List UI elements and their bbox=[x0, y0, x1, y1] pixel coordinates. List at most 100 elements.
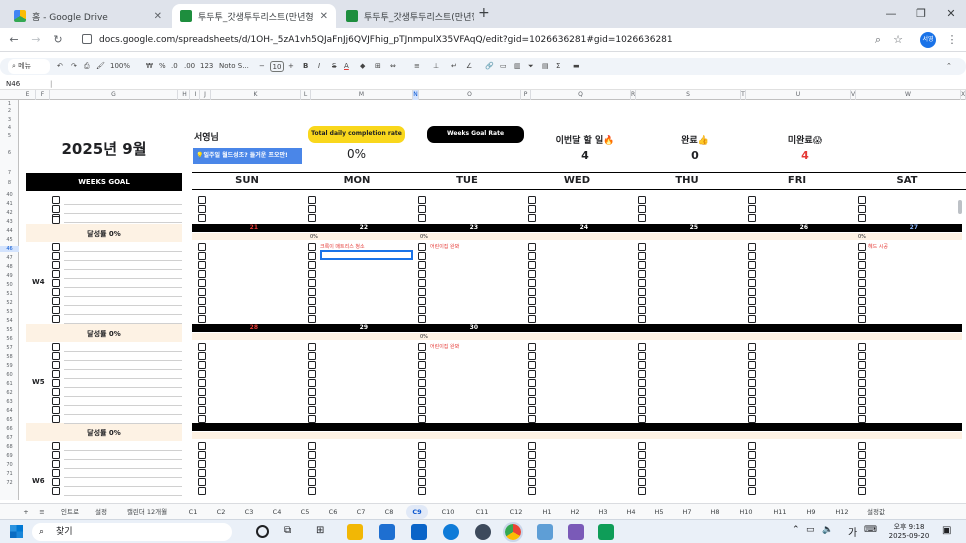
cortana-icon[interactable] bbox=[256, 525, 269, 538]
w4-task-checkbox[interactable] bbox=[198, 288, 206, 296]
fill-color-icon[interactable]: ◆ bbox=[360, 59, 365, 74]
w6-task-checkbox[interactable] bbox=[748, 451, 756, 459]
task-checkbox[interactable] bbox=[308, 196, 316, 204]
row-header-69[interactable]: 69 bbox=[0, 453, 19, 459]
w5-task-checkbox[interactable] bbox=[638, 397, 646, 405]
w6-task-checkbox[interactable] bbox=[198, 451, 206, 459]
tab-sheet-2[interactable]: 투두투_갓생투두리스트(만년형 ✕ bbox=[338, 4, 474, 28]
column-header-j[interactable]: J bbox=[200, 90, 211, 100]
w6-task-checkbox[interactable] bbox=[638, 460, 646, 468]
task-checkbox[interactable] bbox=[858, 196, 866, 204]
task-checkbox[interactable] bbox=[528, 214, 536, 222]
sheet-tab-1[interactable]: 설정 bbox=[90, 505, 112, 519]
sheet-tab-18[interactable]: H4 bbox=[620, 505, 642, 519]
text-rotation-icon[interactable]: ∠ bbox=[466, 59, 472, 74]
w4-task-checkbox[interactable] bbox=[748, 279, 756, 287]
goal-line[interactable] bbox=[64, 204, 182, 205]
sheet-tab-24[interactable]: H9 bbox=[800, 505, 822, 519]
w5-task-checkbox[interactable] bbox=[748, 388, 756, 396]
sheet-tab-25[interactable]: H12 bbox=[828, 505, 856, 519]
bold-button[interactable]: B bbox=[303, 59, 308, 74]
w6-goal-checkbox[interactable] bbox=[52, 460, 60, 468]
insert-comment-icon[interactable]: ▭ bbox=[500, 59, 507, 74]
w6-goal-line[interactable] bbox=[64, 468, 182, 469]
task-checkbox[interactable] bbox=[638, 214, 646, 222]
row-header-71[interactable]: 71 bbox=[0, 471, 19, 477]
w4-task-checkbox[interactable] bbox=[308, 279, 316, 287]
column-header-q[interactable]: Q bbox=[531, 90, 631, 100]
profile-avatar[interactable]: 서영 bbox=[920, 32, 936, 48]
merge-cells-icon[interactable]: ⇔ bbox=[390, 59, 396, 74]
w5-task-checkbox[interactable] bbox=[528, 361, 536, 369]
functions-icon[interactable]: Σ bbox=[556, 59, 560, 74]
text-wrap-icon[interactable]: ↵ bbox=[451, 59, 457, 74]
row-header-65[interactable]: 65 bbox=[0, 417, 19, 423]
selected-cell-n46[interactable] bbox=[320, 250, 413, 260]
w4-task-checkbox[interactable] bbox=[638, 288, 646, 296]
insert-chart-icon[interactable]: ▥ bbox=[514, 59, 521, 74]
sheet-tab-17[interactable]: H3 bbox=[592, 505, 614, 519]
insert-link-icon[interactable]: 🔗 bbox=[485, 59, 494, 74]
w6-task-checkbox[interactable] bbox=[418, 442, 426, 450]
w6-task-checkbox[interactable] bbox=[638, 451, 646, 459]
file-explorer-icon[interactable] bbox=[347, 524, 363, 540]
column-header-p[interactable]: P bbox=[521, 90, 531, 100]
more-menu-icon[interactable]: ⋮ bbox=[944, 32, 960, 48]
w4-task-checkbox[interactable] bbox=[198, 279, 206, 287]
w4-tue-task[interactable]: 어린이집 완봐 bbox=[430, 243, 459, 250]
w4-task-checkbox[interactable] bbox=[198, 252, 206, 260]
all-sheets-icon[interactable]: ≡ bbox=[36, 505, 48, 519]
row-header-42[interactable]: 42 bbox=[0, 210, 19, 216]
w4-task-checkbox[interactable] bbox=[308, 252, 316, 260]
w4-task-checkbox[interactable] bbox=[858, 288, 866, 296]
row-header-1[interactable]: 1 bbox=[0, 101, 19, 107]
task-view-icon[interactable]: ⧉ bbox=[284, 525, 291, 536]
w4-task-checkbox[interactable] bbox=[638, 252, 646, 260]
font-family-select[interactable]: Noto S... bbox=[219, 59, 249, 74]
w5-task-checkbox[interactable] bbox=[638, 379, 646, 387]
zoom-icon[interactable]: ⌕ bbox=[870, 32, 886, 48]
w4-task-checkbox[interactable] bbox=[528, 261, 536, 269]
w5-goal-checkbox[interactable] bbox=[52, 388, 60, 396]
w4-goal-checkbox[interactable] bbox=[52, 288, 60, 296]
w6-goal-line[interactable] bbox=[64, 459, 182, 460]
column-header-x[interactable]: X bbox=[961, 90, 966, 100]
w6-task-checkbox[interactable] bbox=[418, 469, 426, 477]
w4-goal-line[interactable] bbox=[64, 251, 182, 252]
column-header-o[interactable]: O bbox=[419, 90, 521, 100]
w5-task-checkbox[interactable] bbox=[528, 406, 536, 414]
w5-task-checkbox[interactable] bbox=[748, 379, 756, 387]
w5-goal-checkbox[interactable] bbox=[52, 370, 60, 378]
w5-task-checkbox[interactable] bbox=[418, 397, 426, 405]
w6-task-checkbox[interactable] bbox=[418, 451, 426, 459]
w6-task-checkbox[interactable] bbox=[748, 478, 756, 486]
w5-task-checkbox[interactable] bbox=[418, 415, 426, 423]
sheet-tab-26[interactable]: 설정값 bbox=[862, 505, 890, 519]
url-field[interactable]: docs.google.com/spreadsheets/d/1OH-_5zA1… bbox=[99, 31, 879, 49]
w4-task-checkbox[interactable] bbox=[858, 261, 866, 269]
w4-task-checkbox[interactable] bbox=[198, 270, 206, 278]
bookmark-star-icon[interactable]: ☆ bbox=[890, 32, 906, 48]
sheet-tab-15[interactable]: H1 bbox=[536, 505, 558, 519]
w5-task-checkbox[interactable] bbox=[638, 370, 646, 378]
w5-task-checkbox[interactable] bbox=[858, 397, 866, 405]
row-header-61[interactable]: 61 bbox=[0, 381, 19, 387]
sheet-tab-3[interactable]: C1 bbox=[182, 505, 204, 519]
w6-task-checkbox[interactable] bbox=[858, 469, 866, 477]
w6-task-checkbox[interactable] bbox=[528, 442, 536, 450]
keyboard-icon[interactable]: ⌨ bbox=[864, 525, 877, 535]
w6-task-checkbox[interactable] bbox=[748, 487, 756, 495]
w5-task-checkbox[interactable] bbox=[418, 370, 426, 378]
row-header-57[interactable]: 57 bbox=[0, 345, 19, 351]
w6-task-checkbox[interactable] bbox=[638, 442, 646, 450]
row-header-58[interactable]: 58 bbox=[0, 354, 19, 360]
w4-task-checkbox[interactable] bbox=[858, 243, 866, 251]
w4-task-checkbox[interactable] bbox=[528, 270, 536, 278]
sheet-tab-12[interactable]: C10 bbox=[434, 505, 462, 519]
goal-line[interactable] bbox=[64, 222, 182, 223]
w6-task-checkbox[interactable] bbox=[198, 469, 206, 477]
forward-icon[interactable]: → bbox=[28, 32, 44, 48]
w6-task-checkbox[interactable] bbox=[858, 451, 866, 459]
zoom-select[interactable]: 100% bbox=[110, 59, 130, 74]
task-checkbox[interactable] bbox=[638, 196, 646, 204]
